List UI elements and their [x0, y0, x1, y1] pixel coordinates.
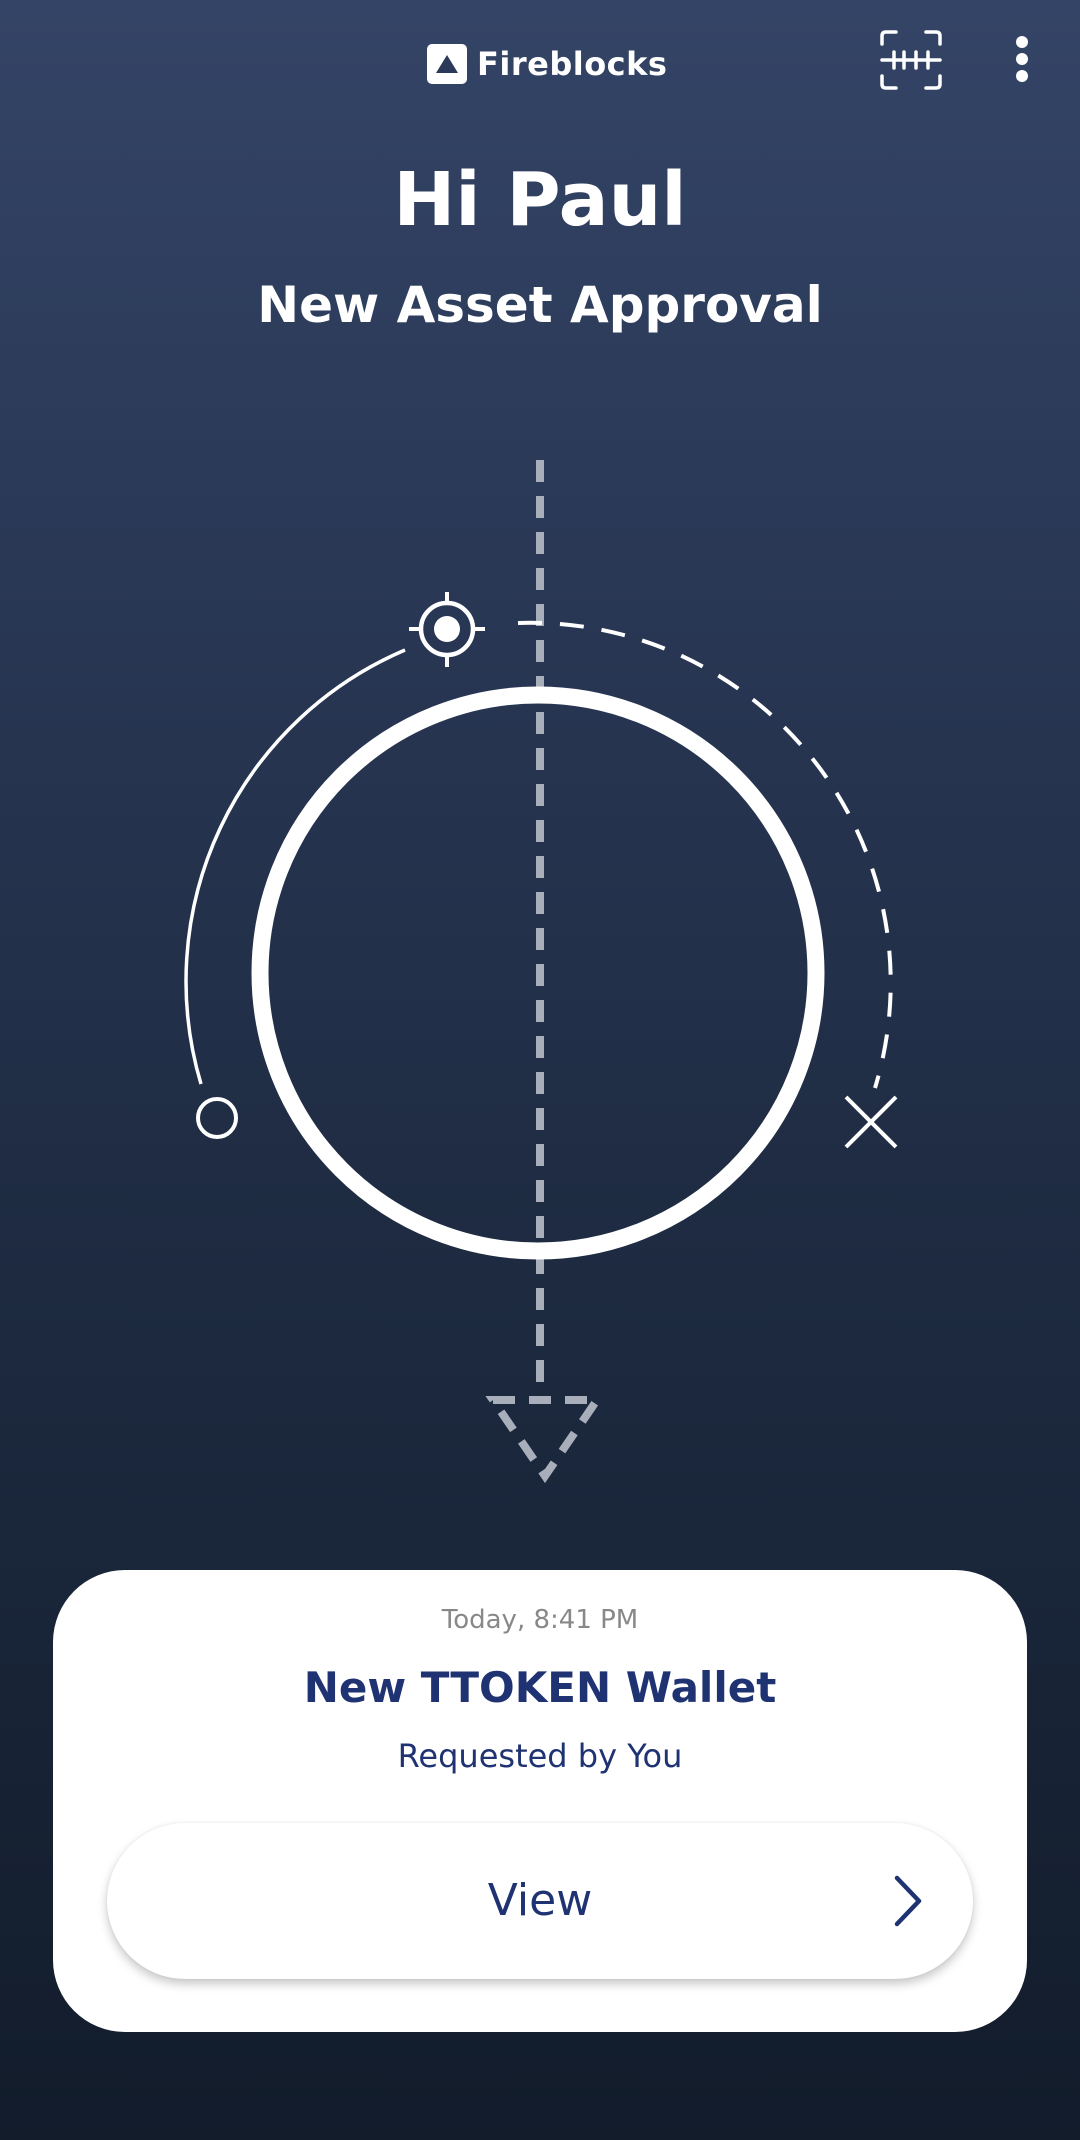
left-arc: [184, 648, 406, 1085]
close-x-icon: [844, 1095, 898, 1149]
brand-name: Fireblocks: [477, 45, 668, 83]
chevron-right-icon: [894, 1875, 922, 1927]
view-button[interactable]: View: [107, 1823, 973, 1979]
scan-button[interactable]: [880, 30, 942, 90]
greeting-heading: Hi Paul: [393, 157, 687, 243]
request-card: Today, 8:41 PM New TTOKEN Wallet Request…: [53, 1570, 1027, 2032]
request-timestamp: Today, 8:41 PM: [441, 1605, 639, 1635]
more-options-button[interactable]: [1004, 32, 1040, 88]
triangle-down-icon: [485, 1396, 605, 1484]
fireblocks-logo-icon: [427, 44, 467, 84]
circle-icon: [196, 1097, 238, 1139]
top-bar: Fireblocks: [0, 0, 1080, 130]
target-icon: [409, 592, 485, 667]
view-button-label: View: [487, 1875, 593, 1926]
approval-type-heading: New Asset Approval: [257, 276, 823, 334]
requested-by-label: Requested by You: [397, 1737, 683, 1775]
more-vertical-icon: [1016, 36, 1028, 82]
approval-illustration: [184, 460, 898, 1484]
qr-scan-icon: [880, 30, 942, 90]
brand: Fireblocks: [427, 44, 667, 84]
request-title: New TTOKEN Wallet: [303, 1663, 777, 1712]
